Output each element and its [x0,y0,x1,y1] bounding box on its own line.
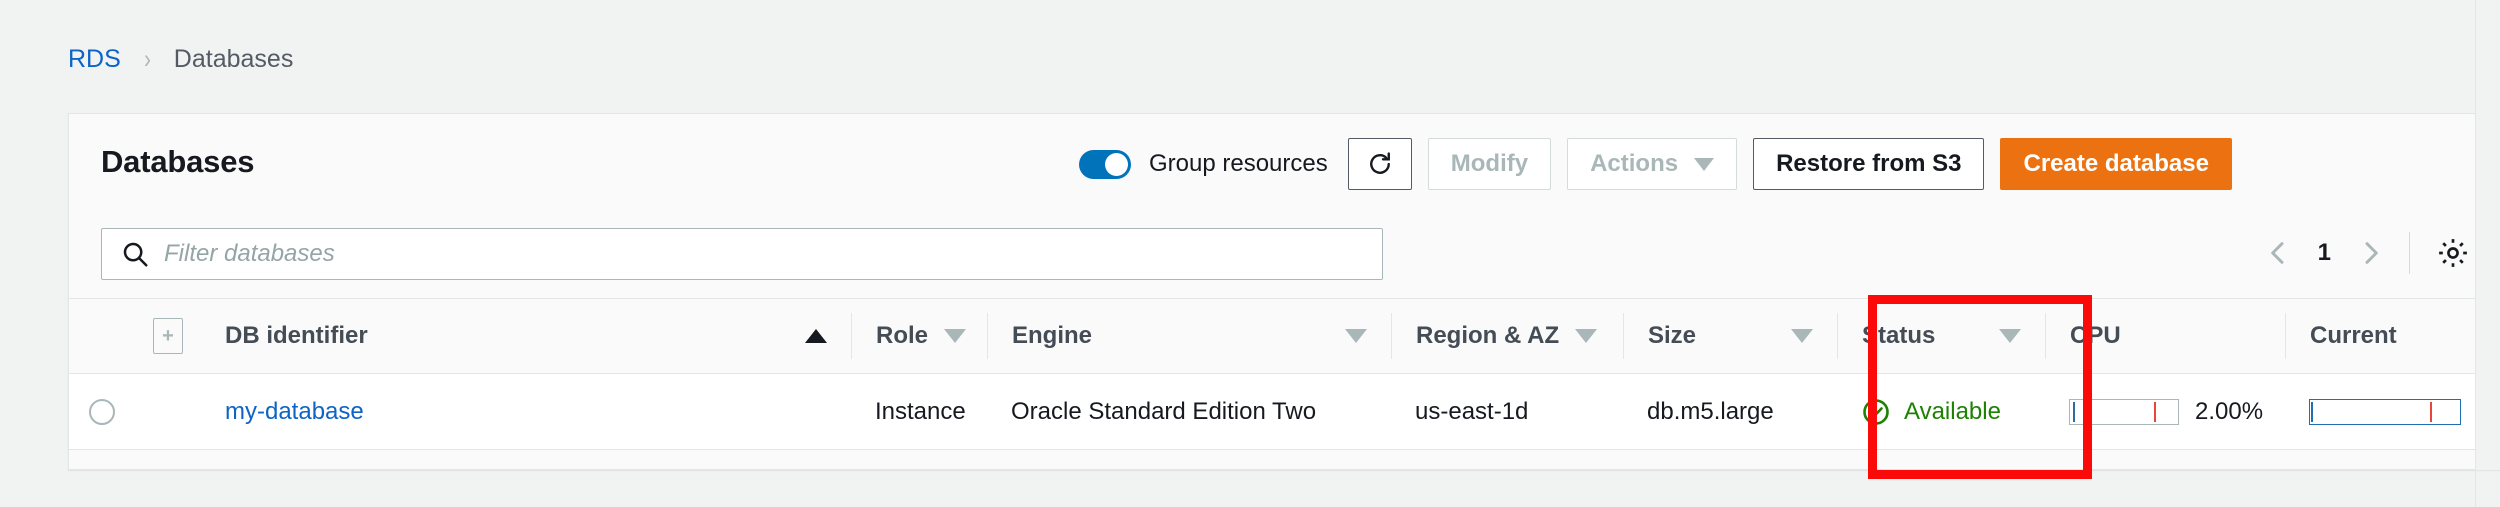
breadcrumb-link-rds[interactable]: RDS [68,45,121,74]
column-header-db-identifier[interactable]: DB identifier [201,313,851,359]
sparkline-tick-start [2311,401,2313,422]
databases-table: + DB identifier Role Engine Region & AZ [69,298,2500,450]
sort-icon [1575,329,1598,343]
row-select-cell [69,374,135,449]
panel-header: Databases Group resources Modify Actions… [69,114,2500,218]
cell-db-identifier: my-database [201,374,851,449]
toggle-knob [1105,152,1128,176]
restore-from-s3-button[interactable]: Restore from S3 [1753,138,1985,190]
group-resources-label: Group resources [1149,150,1328,177]
toolbar: Group resources Modify Actions Restore f… [1079,138,2232,190]
refresh-button[interactable] [1347,138,1412,190]
column-header-engine[interactable]: Engine [987,313,1391,359]
group-resources-toggle[interactable]: Group resources [1079,149,1328,179]
db-identifier-link[interactable]: my-database [225,398,364,426]
databases-panel: Databases Group resources Modify Actions… [68,113,2500,470]
status-available-icon [1863,398,1889,425]
refresh-icon [1369,152,1390,174]
column-header-cpu[interactable]: CPU [2045,313,2285,359]
table-row[interactable]: my-database Instance Oracle Standard Edi… [69,374,2500,450]
divider [2409,232,2410,274]
chevron-down-icon [1694,157,1715,171]
current-activity-sparkline [2309,398,2461,425]
status-badge: Available [1904,397,2001,425]
expand-all-icon[interactable]: + [153,318,183,354]
cpu-sparkline [2069,398,2179,425]
column-label: Current [2310,322,2397,349]
chevron-left-icon[interactable] [2262,237,2294,269]
cell-engine: Oracle Standard Edition Two [1011,397,1317,425]
column-label: DB identifier [225,322,368,349]
column-label: Status [1862,322,1936,349]
sparkline-tick-current [2154,401,2156,422]
viewport-right-border [2475,0,2476,507]
viewport-right-edge [2475,113,2500,470]
actions-button[interactable]: Actions [1567,138,1738,190]
rds-databases-page: RDS › Databases Databases Group resource… [0,0,2500,507]
column-header-role[interactable]: Role [851,313,987,359]
chevron-right-icon: › [143,44,151,74]
column-label: Size [1648,322,1697,349]
column-header-current[interactable]: Current [2285,313,2500,359]
cell-role: Instance [875,397,966,425]
sparkline-tick-start [2073,401,2075,422]
page-title: Databases [101,144,255,179]
column-label: Engine [1012,322,1093,349]
sort-icon [1791,329,1813,343]
filter-databases-box[interactable] [101,228,1383,280]
sort-icon [1999,329,2021,343]
page-number-1[interactable]: 1 [2294,239,2355,267]
table-header-row: + DB identifier Role Engine Region & AZ [69,299,2500,374]
column-label: Role [876,322,929,349]
filter-row: 1 [69,218,2500,298]
column-label: CPU [2070,322,2121,349]
cell-cpu: 2.00% [2045,374,2285,449]
cell-status: Available [1837,374,2045,449]
sort-icon [944,329,967,343]
create-database-button[interactable]: Create database [2000,138,2232,190]
column-header-region-az[interactable]: Region & AZ [1391,313,1623,359]
cell-current [2285,374,2500,449]
cell-size: db.m5.large [1647,397,1774,425]
cell-region-az: us-east-1d [1415,397,1529,425]
sort-icon [1345,329,1367,343]
cpu-value: 2.00% [2195,397,2264,425]
modify-button[interactable]: Modify [1427,138,1552,190]
sparkline-tick-current [2430,401,2432,422]
column-label: Region & AZ [1416,322,1560,349]
breadcrumb-current-databases: Databases [173,45,294,73]
chevron-right-icon[interactable] [2355,237,2387,269]
search-icon [123,242,148,267]
gear-icon[interactable] [2436,236,2470,270]
column-header-size[interactable]: Size [1623,313,1837,359]
actions-label: Actions [1590,150,1679,177]
row-radio-button[interactable] [89,398,115,425]
pagination: 1 [2262,232,2500,274]
column-header-expand: + [135,313,201,359]
column-header-status[interactable]: Status [1837,313,2045,359]
search-input[interactable] [164,240,1264,268]
breadcrumb: RDS › Databases [68,44,293,75]
sort-ascending-icon [805,329,827,343]
column-header-select [69,313,135,359]
row-expand-cell [135,374,201,449]
toggle-switch[interactable] [1079,149,1131,179]
